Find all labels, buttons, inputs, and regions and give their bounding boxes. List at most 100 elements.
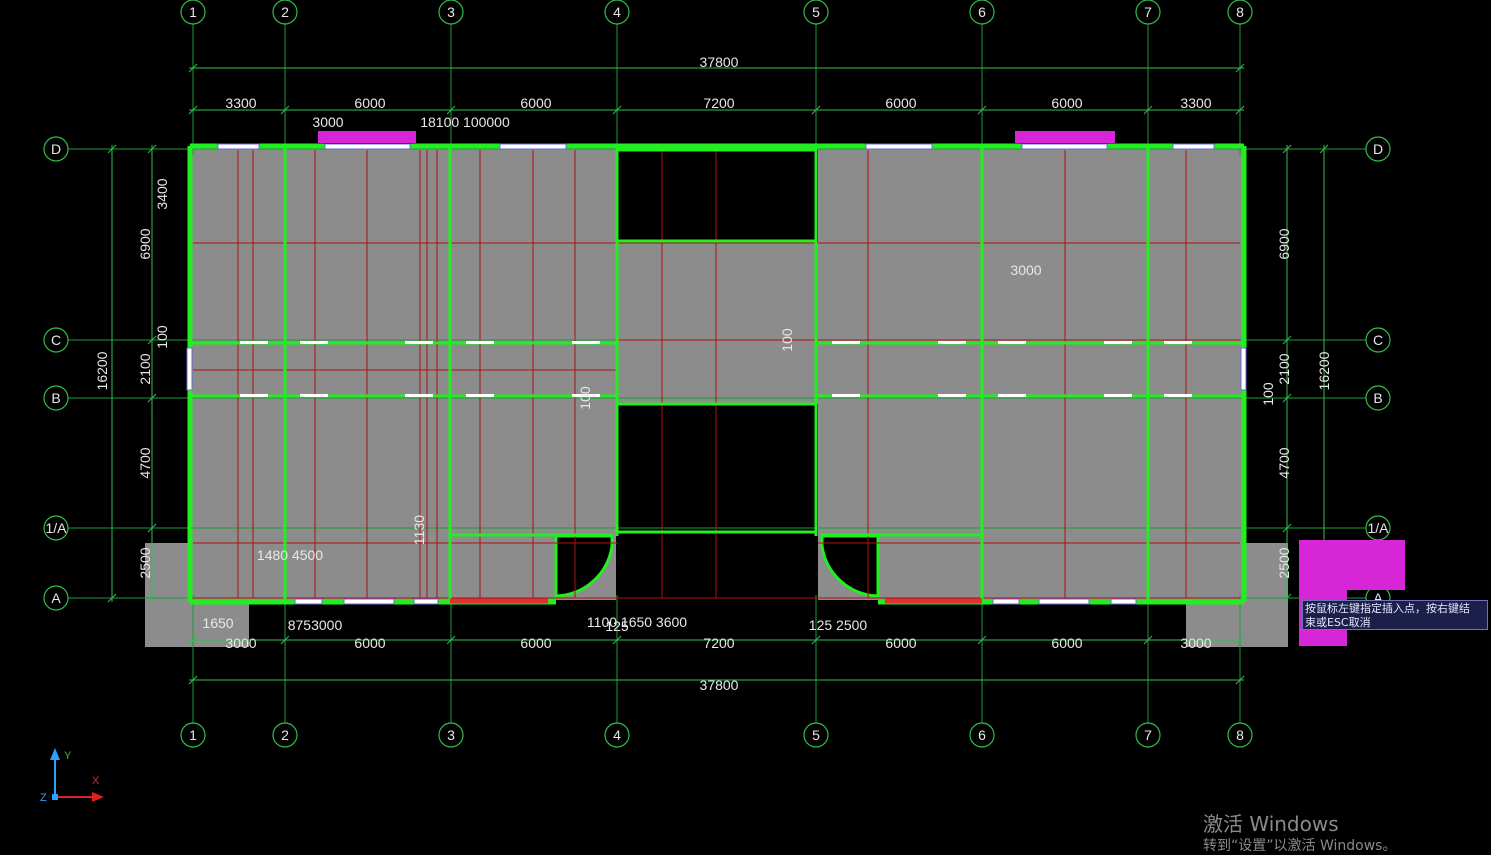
axis-bubble[interactable]: 6 <box>969 722 995 748</box>
window <box>992 598 1020 605</box>
axis-bubble[interactable]: 4 <box>604 0 630 25</box>
dim-top-span: 6000 <box>354 95 385 111</box>
window <box>865 143 933 150</box>
window <box>217 143 260 150</box>
axis-bubble-label: D <box>1373 141 1383 157</box>
axis-bubble[interactable]: 1/A <box>43 515 69 541</box>
door-opening <box>466 394 494 397</box>
axis-bubble[interactable]: 5 <box>803 0 829 25</box>
window <box>1240 347 1247 391</box>
axis-bubble[interactable]: 4 <box>604 722 630 748</box>
dim-right-span: 4700 <box>1276 447 1292 478</box>
axis-bubble[interactable]: 2 <box>272 722 298 748</box>
axis-bubble[interactable]: C <box>43 327 69 353</box>
door-opening <box>1164 394 1192 397</box>
ucs-y-label: Y <box>64 750 72 762</box>
axis-bubble[interactable]: C <box>1365 327 1391 353</box>
dim-bottom-span: 6000 <box>1051 635 1082 651</box>
axis-bubble-label: 4 <box>613 727 621 743</box>
dim-top-span: 3300 <box>1180 95 1211 111</box>
dim-right-total: 16200 <box>1316 351 1332 390</box>
window <box>1172 143 1215 150</box>
axis-bubble[interactable]: 5 <box>803 722 829 748</box>
axis-bubble[interactable]: 3 <box>438 0 464 25</box>
door-opening <box>998 394 1026 397</box>
dim-top-sub: 18100 100000 <box>420 114 510 130</box>
tooltip-line-1: 按鼠标左键指定插入点，按右键结 <box>1305 602 1470 615</box>
door-opening <box>1164 341 1192 344</box>
door-opening <box>998 341 1026 344</box>
axis-bubble[interactable]: 1 <box>180 0 206 25</box>
axis-bubble-label: A <box>51 590 61 606</box>
window <box>324 143 411 150</box>
window <box>1110 598 1137 605</box>
axis-bubble-label: C <box>51 332 61 348</box>
window <box>413 598 439 605</box>
axis-bubble[interactable]: 6 <box>969 0 995 25</box>
dim-bottom-span: 3000 <box>225 635 256 651</box>
axis-bubble-label: 3 <box>447 727 455 743</box>
dim-inner: 100 <box>779 328 795 352</box>
axis-bubble-label: 5 <box>812 4 820 20</box>
window <box>499 143 567 150</box>
window <box>1021 143 1108 150</box>
dim-top-total: 37800 <box>700 54 739 70</box>
activation-watermark-subtitle: 转到“设置”以激活 Windows。 <box>1203 838 1397 854</box>
dim-bottom-span: 3000 <box>1180 635 1211 651</box>
dim-bottom-span: 7200 <box>703 635 734 651</box>
window <box>186 347 193 391</box>
axis-bubble-label: 4 <box>613 4 621 20</box>
door-opening <box>300 341 328 344</box>
axis-bubble[interactable]: 3 <box>438 722 464 748</box>
axis-bubble[interactable]: 2 <box>272 0 298 25</box>
axis-bubble-label: 6 <box>978 727 986 743</box>
axis-bubble-label: 7 <box>1144 727 1152 743</box>
dim-left-span: 2500 <box>137 547 153 578</box>
axis-bubble-label: B <box>51 390 60 406</box>
axis-bubble-label: B <box>1373 390 1382 406</box>
door-opening <box>240 341 268 344</box>
dim-inner: 100 <box>577 386 593 410</box>
drawing-canvas[interactable]: 378003300 6000 6000 7200 6000 6000 33003000 181… <box>0 0 1491 852</box>
dim-bottom-sub: 125 2500 <box>809 617 868 633</box>
axis-bubble[interactable]: 1 <box>180 722 206 748</box>
axis-bubble-label: C <box>1373 332 1383 348</box>
dim-top-span: 6000 <box>1051 95 1082 111</box>
axis-bubble[interactable]: 8 <box>1227 722 1253 748</box>
axis-bubble[interactable]: D <box>43 136 69 162</box>
axis-bubble[interactable]: 7 <box>1135 0 1161 25</box>
dim-bottom-sub: 125 <box>605 618 629 634</box>
tooltip-line-2: 束或ESC取消 <box>1305 616 1371 629</box>
axis-bubble[interactable]: 8 <box>1227 0 1253 25</box>
ucs-icon: Y X Z <box>40 748 104 804</box>
axis-bubble[interactable]: A <box>43 585 69 611</box>
axis-bubble-label: 8 <box>1236 727 1244 743</box>
axis-bubble[interactable]: D <box>1365 136 1391 162</box>
dim-bottom-sub: 1100 1650 3600 <box>587 614 687 630</box>
dim-bottom-sub: 1650 <box>202 615 233 631</box>
axis-bubble[interactable]: B <box>1365 385 1391 411</box>
window <box>343 598 395 605</box>
dim-left-span: 100 <box>154 325 170 349</box>
axis-bubble[interactable]: 1/A <box>1365 515 1391 541</box>
dim-inner: 1480 4500 <box>257 547 323 563</box>
dim-right-span: 6900 <box>1276 228 1292 259</box>
axis-bubble[interactable]: B <box>43 385 69 411</box>
dim-top-sub: 3000 <box>312 114 343 130</box>
axis-bubble-label: 1 <box>189 4 197 20</box>
door-opening <box>466 341 494 344</box>
dim-inner: 1130 <box>411 515 427 545</box>
dim-left-span: 6900 <box>137 228 153 259</box>
door-opening <box>832 394 860 397</box>
dim-left-total: 16200 <box>94 351 110 390</box>
window <box>1038 598 1090 605</box>
axis-bubble[interactable]: 7 <box>1135 722 1161 748</box>
window <box>294 598 323 605</box>
door-opening <box>938 394 966 397</box>
axis-bubble-label: 1 <box>189 727 197 743</box>
axis-bubble-label: D <box>51 141 61 157</box>
activation-watermark-title: 激活 Windows <box>1203 812 1339 836</box>
dim-top-span: 6000 <box>520 95 551 111</box>
door-opening <box>832 341 860 344</box>
dim-right-span: 2100 <box>1276 353 1292 384</box>
